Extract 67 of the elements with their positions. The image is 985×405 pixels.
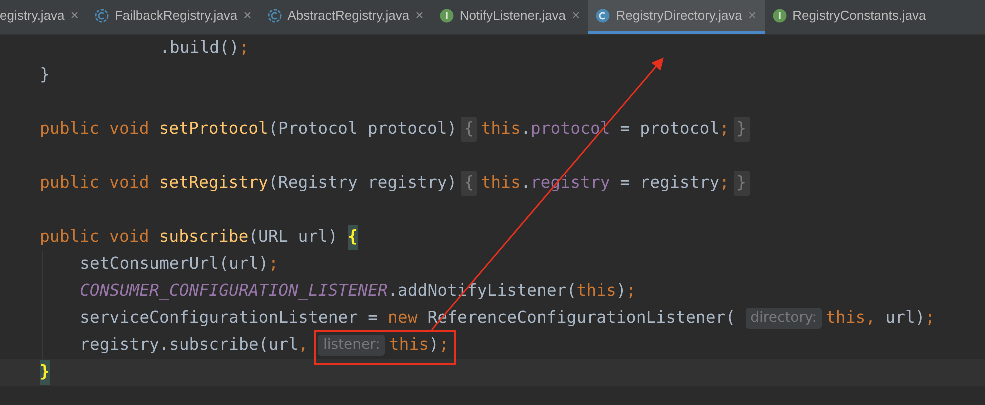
keyword-text: this [576, 280, 616, 302]
tab-label: egistry.java [0, 6, 65, 25]
close-tab-icon[interactable]: × [748, 5, 757, 26]
close-tab-icon[interactable]: × [70, 5, 79, 26]
code-text: ) [429, 334, 440, 356]
file-type-icon [596, 8, 610, 22]
parameter-hint: directory: [746, 308, 822, 329]
matched-brace: } [40, 360, 50, 385]
method-name: subscribe [159, 226, 249, 248]
punctuation: , [866, 307, 876, 330]
editor-tab[interactable]: RegistryDirectory.java × [588, 0, 765, 34]
close-tab-icon[interactable]: × [244, 5, 252, 26]
file-type-icon [440, 8, 454, 22]
tab-label: RegistryDirectory.java [616, 6, 742, 25]
folded-brace: { [461, 117, 478, 142]
file-type-icon [94, 8, 109, 22]
close-tab-icon[interactable]: × [416, 5, 424, 26]
code-text: ) [616, 280, 626, 302]
punctuation: ; [720, 118, 730, 140]
keyword-text: this [389, 334, 430, 356]
method-name: setRegistry [159, 172, 268, 194]
punctuation: ; [239, 37, 250, 60]
folded-brace: } [734, 117, 750, 142]
code-text: url) [884, 307, 926, 330]
punctuation: ; [626, 280, 636, 302]
punctuation: ; [268, 253, 279, 276]
code-text: = registry [619, 172, 720, 194]
code-text: (Protocol protocol) [268, 118, 458, 140]
keyword-text: this [481, 118, 521, 140]
punctuation: ; [720, 172, 730, 194]
code-text: . [520, 118, 531, 140]
method-name: setProtocol [159, 118, 268, 140]
parameter-hint: listener: [318, 335, 386, 356]
folded-brace: } [734, 171, 750, 196]
folded-brace: { [461, 171, 478, 196]
tab-label: RegistryConstants.java [792, 6, 926, 25]
keyword-text: this [481, 172, 521, 194]
tab-label: FailbackRegistry.java [114, 6, 238, 25]
constant-name: CONSUMER_CONFIGURATION_LISTENER [80, 280, 388, 302]
file-type-icon [268, 8, 282, 22]
keyword-text: public void [40, 226, 150, 248]
tab-label: AbstractRegistry.java [288, 6, 410, 25]
punctuation: , [298, 334, 308, 356]
punctuation: ; [439, 334, 449, 356]
matched-brace: { [348, 225, 358, 250]
code-text: = protocol [619, 118, 720, 140]
editor-tab[interactable]: FailbackRegistry.java × [86, 0, 260, 34]
code-text: } [40, 64, 50, 86]
close-tab-icon[interactable]: × [572, 5, 580, 26]
code-text: (URL url) [248, 226, 340, 248]
editor-tab[interactable]: egistry.java × [0, 0, 87, 34]
punctuation: ; [925, 307, 936, 330]
file-type-icon [772, 8, 787, 22]
tab-label: NotifyListener.java [460, 6, 566, 25]
editor-tab[interactable]: NotifyListener.java × [432, 0, 588, 34]
code-text: (Registry registry) [268, 172, 458, 194]
code-text: registry.subscribe(url [80, 334, 299, 356]
code-text: . [520, 172, 531, 194]
editor-tab[interactable]: RegistryConstants.java [764, 0, 934, 34]
keyword-text: public void [40, 118, 150, 140]
keyword-text: new [388, 307, 419, 330]
code-text: serviceConfigurationListener = [80, 307, 380, 330]
code-text: .build() [160, 37, 240, 60]
keyword-text: public void [40, 172, 150, 194]
code-text: setConsumerUrl(url) [80, 253, 269, 276]
keyword-text: this [826, 307, 866, 330]
editor-tab[interactable]: AbstractRegistry.java × [260, 0, 432, 34]
